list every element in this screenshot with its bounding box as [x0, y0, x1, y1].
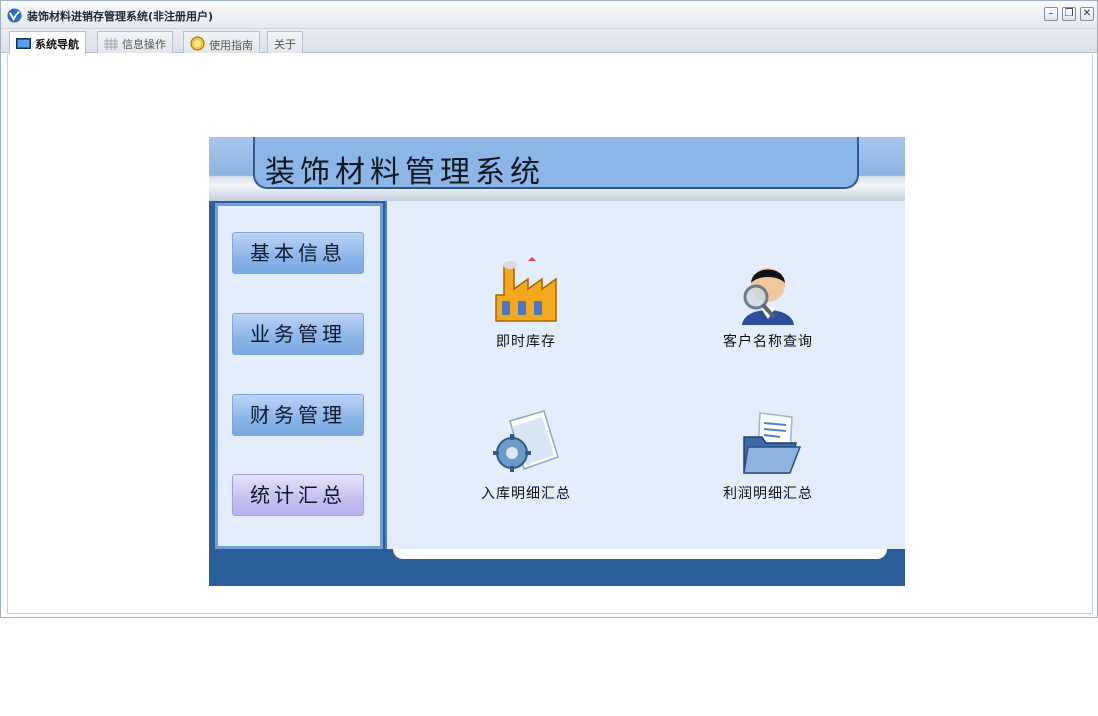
tab-bar: 系统导航 信息操作 使用指南 关于 [1, 29, 1097, 54]
monitor-icon [16, 38, 31, 49]
tab-label: 系统导航 [35, 38, 79, 51]
folder-document-icon [743, 412, 802, 474]
navigation-panel: 装饰材料管理系统 基本信息 业务管理 财务管理 统计汇总 即时库存 客户名称查询… [209, 137, 905, 586]
sidebar-button-basic-info[interactable]: 基本信息 [232, 232, 364, 274]
window-title: 装饰材料进销存管理系统(非注册用户) [27, 10, 214, 23]
tab-label: 信息操作 [122, 38, 166, 51]
tab-label: 使用指南 [209, 39, 253, 52]
panel-banner: 装饰材料管理系统 [209, 137, 905, 201]
sidebar-button-statistics-summary[interactable]: 统计汇总 [232, 474, 364, 516]
tab-label: 关于 [274, 38, 296, 51]
tile-instant-inventory[interactable]: 即时库存 [451, 255, 601, 351]
help-circle-icon [190, 36, 205, 51]
panel-footer [393, 549, 887, 559]
tile-profit-detail-summary[interactable]: 利润明细汇总 [693, 407, 843, 503]
user-search-icon [742, 268, 794, 325]
tab-user-guide[interactable]: 使用指南 [183, 31, 260, 53]
sidebar: 基本信息 业务管理 财务管理 统计汇总 [215, 203, 383, 549]
tile-customer-name-query[interactable]: 客户名称查询 [693, 255, 843, 351]
tile-label: 客户名称查询 [723, 334, 813, 350]
app-logo-icon [7, 8, 22, 23]
restore-icon: ❐ [1064, 8, 1074, 19]
minimize-icon: – [1048, 8, 1054, 19]
sidebar-button-finance-management[interactable]: 财务管理 [232, 394, 364, 436]
tile-area: 即时库存 客户名称查询 入库明细汇总 利润明细汇总 [385, 201, 905, 549]
restore-button[interactable]: ❐ [1062, 7, 1076, 21]
tile-label: 利润明细汇总 [723, 486, 813, 502]
close-icon: ✕ [1082, 8, 1092, 19]
title-bar[interactable]: 装饰材料进销存管理系统(非注册用户) – ❐ ✕ [1, 1, 1097, 29]
tile-label: 即时库存 [496, 334, 556, 350]
tile-label: 入库明细汇总 [481, 486, 571, 502]
factory-icon [495, 257, 557, 322]
sidebar-button-business-management[interactable]: 业务管理 [232, 313, 364, 355]
close-button[interactable]: ✕ [1080, 7, 1094, 21]
tab-about[interactable]: 关于 [267, 31, 303, 53]
document-gear-icon [493, 410, 559, 472]
minimize-button[interactable]: – [1044, 7, 1058, 21]
tab-system-navigation[interactable]: 系统导航 [9, 31, 86, 54]
panel-title: 装饰材料管理系统 [265, 155, 545, 190]
tab-info-operations[interactable]: 信息操作 [97, 31, 173, 53]
grid-icon [104, 38, 118, 50]
tile-inbound-detail-summary[interactable]: 入库明细汇总 [451, 407, 601, 503]
